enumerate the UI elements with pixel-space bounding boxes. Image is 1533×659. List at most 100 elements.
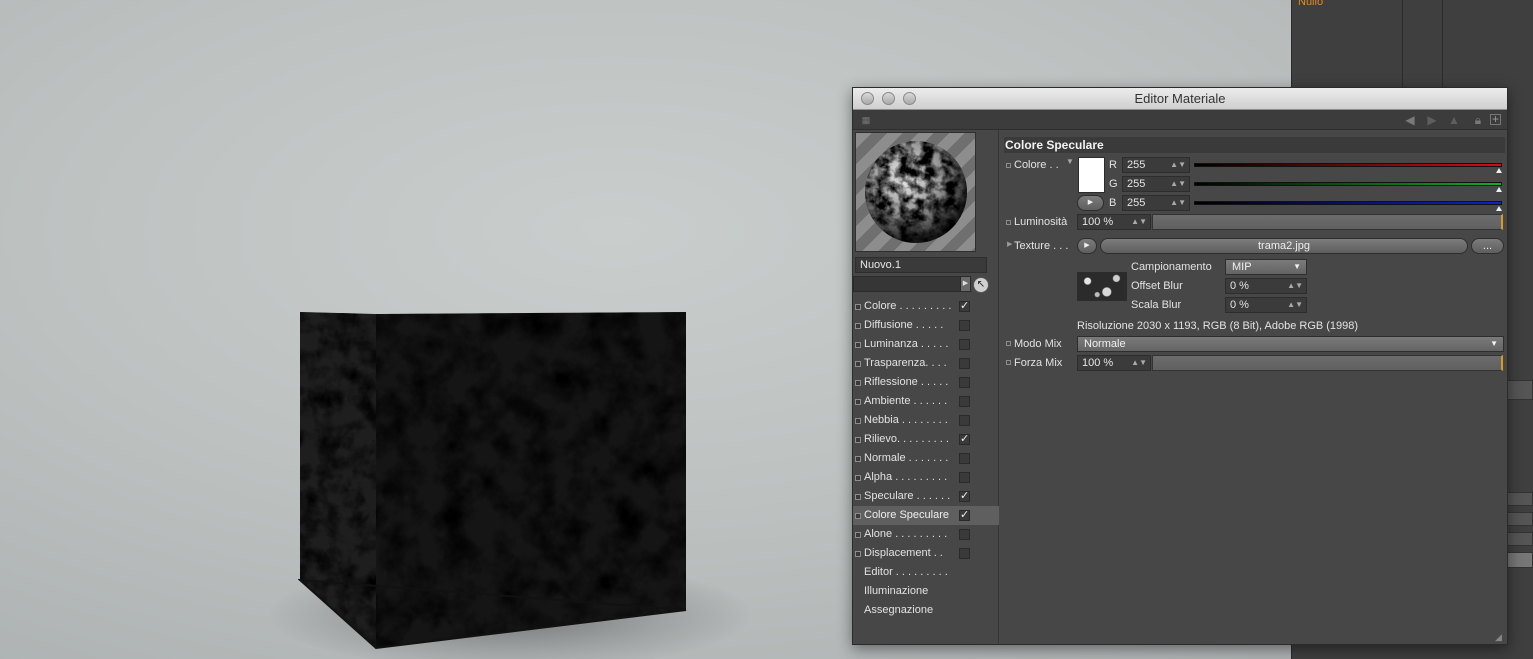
channel-checkbox[interactable]	[959, 339, 970, 350]
new-panel-icon[interactable]: +	[1490, 113, 1501, 125]
channel-item[interactable]: Speculare . . . . . . ✓	[853, 487, 999, 506]
channel-dot[interactable]	[855, 361, 861, 367]
pick-cursor-icon[interactable]: ↖	[973, 277, 989, 293]
red-slider-handle[interactable]	[1496, 168, 1502, 173]
back-arrow-icon[interactable]: ◀	[1403, 113, 1417, 127]
texture-file-button[interactable]: trama2.jpg	[1100, 238, 1468, 254]
window-titlebar[interactable]: Editor Materiale	[853, 88, 1507, 110]
channel-dot[interactable]	[855, 513, 861, 519]
material-name-field[interactable]: Nuovo.1	[855, 257, 987, 273]
settings-label: Editor . . . . . . . . .	[864, 566, 948, 578]
mix-mode-dropdown[interactable]: Normale ▼	[1077, 336, 1504, 352]
channel-dot[interactable]	[855, 475, 861, 481]
channel-item[interactable]: Trasparenza. . . .	[853, 354, 999, 373]
panel-grip[interactable]	[1507, 380, 1533, 400]
panel-stepper[interactable]	[1507, 512, 1533, 526]
panel-stepper[interactable]	[1507, 492, 1533, 506]
channel-checkbox[interactable]: ✓	[959, 491, 970, 502]
lock-icon[interactable]: 🔒︎	[1471, 113, 1485, 127]
channel-item[interactable]: Colore Speculare ✓	[853, 506, 999, 525]
texture-menu-button[interactable]: ▶	[1077, 238, 1097, 254]
sampling-dropdown[interactable]: MIP ▼	[1225, 259, 1307, 275]
settings-item[interactable]: Assegnazione	[853, 601, 999, 620]
param-dot[interactable]	[1006, 220, 1011, 225]
green-slider-handle[interactable]	[1496, 187, 1502, 192]
resize-grip-icon[interactable]: ◢	[1495, 632, 1505, 642]
channel-item[interactable]: Alone . . . . . . . . .	[853, 525, 999, 544]
texture-browse-button[interactable]: ...	[1471, 238, 1504, 254]
blue-slider[interactable]	[1194, 201, 1502, 205]
channel-checkbox[interactable]: ✓	[959, 301, 970, 312]
channel-search-input[interactable]	[853, 276, 971, 292]
channel-dot[interactable]	[855, 418, 861, 424]
channel-dot[interactable]	[855, 551, 861, 557]
param-dot[interactable]	[1006, 341, 1011, 346]
green-slider[interactable]	[1194, 182, 1502, 186]
brightness-field[interactable]: 100 % ▲▼	[1077, 214, 1151, 230]
channel-checkbox[interactable]	[959, 472, 970, 483]
mix-strength-slider[interactable]	[1152, 355, 1503, 371]
channel-checkbox[interactable]: ✓	[959, 434, 970, 445]
channel-item[interactable]: Ambiente . . . . . .	[853, 392, 999, 411]
channel-dot[interactable]	[855, 304, 861, 310]
channel-item[interactable]: Normale . . . . . . .	[853, 449, 999, 468]
forward-arrow-icon[interactable]: ▶	[1425, 113, 1439, 127]
channel-dot[interactable]	[855, 323, 861, 329]
channel-dot[interactable]	[855, 380, 861, 386]
channel-item[interactable]: Riflessione . . . . .	[853, 373, 999, 392]
channel-checkbox[interactable]	[959, 548, 970, 559]
channel-item[interactable]: Rilievo. . . . . . . . . ✓	[853, 430, 999, 449]
search-arrow-icon[interactable]: ▶	[960, 276, 971, 292]
blue-slider-handle[interactable]	[1496, 206, 1502, 211]
channel-dot[interactable]	[855, 456, 861, 462]
offset-blur-field[interactable]: 0 % ▲▼	[1225, 278, 1307, 294]
settings-item[interactable]: Illuminazione	[853, 582, 999, 601]
channel-dot[interactable]	[855, 399, 861, 405]
channel-checkbox[interactable]	[959, 396, 970, 407]
channel-dot[interactable]	[855, 342, 861, 348]
channel-checkbox[interactable]	[959, 320, 970, 331]
mix-strength-field[interactable]: 100 % ▲▼	[1077, 355, 1151, 371]
red-slider[interactable]	[1194, 163, 1502, 167]
param-dot[interactable]	[1006, 360, 1011, 365]
channel-item[interactable]: Diffusione . . . . .	[853, 316, 999, 335]
g-value-field[interactable]: 255 ▲▼	[1122, 176, 1190, 192]
b-value-field[interactable]: 255 ▲▼	[1122, 195, 1190, 211]
brightness-slider[interactable]	[1152, 214, 1503, 230]
channel-item[interactable]: Luminanza . . . . .	[853, 335, 999, 354]
channel-dot[interactable]	[855, 437, 861, 443]
zoom-window-button[interactable]	[903, 92, 916, 105]
settings-item[interactable]: Editor . . . . . . . . .	[853, 563, 999, 582]
channel-checkbox[interactable]	[959, 377, 970, 388]
panel-stepper[interactable]	[1507, 532, 1533, 546]
expand-arrow-icon[interactable]: ▶	[1007, 240, 1012, 248]
chevron-down-icon[interactable]: ▼	[1066, 157, 1074, 166]
channel-label: Ambiente . . . . . .	[864, 395, 948, 407]
channel-checkbox[interactable]	[959, 529, 970, 540]
color-swatch[interactable]	[1078, 157, 1105, 193]
up-arrow-icon[interactable]: ▲	[1447, 113, 1461, 127]
channel-checkbox[interactable]	[959, 358, 970, 369]
channel-dot[interactable]	[855, 532, 861, 538]
channel-checkbox[interactable]	[959, 415, 970, 426]
mix-strength-label: Forza Mix	[1014, 357, 1063, 369]
channel-item[interactable]: Colore . . . . . . . . . ✓	[853, 297, 999, 316]
channel-item[interactable]: Alpha . . . . . . . . .	[853, 468, 999, 487]
close-window-button[interactable]	[861, 92, 874, 105]
channel-label: Colore Speculare	[864, 509, 949, 521]
color-mode-button[interactable]: ▶	[1077, 195, 1104, 211]
grip-icon[interactable]: ▦	[859, 113, 873, 127]
object-list-item[interactable]: Nullo	[1298, 0, 1323, 8]
r-value-field[interactable]: 255 ▲▼	[1122, 157, 1190, 173]
channel-dot[interactable]	[855, 494, 861, 500]
panel-field[interactable]	[1507, 552, 1533, 568]
channel-item[interactable]: Nebbia . . . . . . . .	[853, 411, 999, 430]
param-dot[interactable]	[1006, 163, 1011, 168]
channel-checkbox[interactable]	[959, 453, 970, 464]
minimize-window-button[interactable]	[882, 92, 895, 105]
channel-item[interactable]: Displacement . .	[853, 544, 999, 563]
channel-label: Rilievo. . . . . . . . .	[864, 433, 949, 445]
material-preview[interactable]	[855, 132, 976, 252]
scale-blur-field[interactable]: 0 % ▲▼	[1225, 297, 1307, 313]
channel-checkbox[interactable]: ✓	[959, 510, 970, 521]
